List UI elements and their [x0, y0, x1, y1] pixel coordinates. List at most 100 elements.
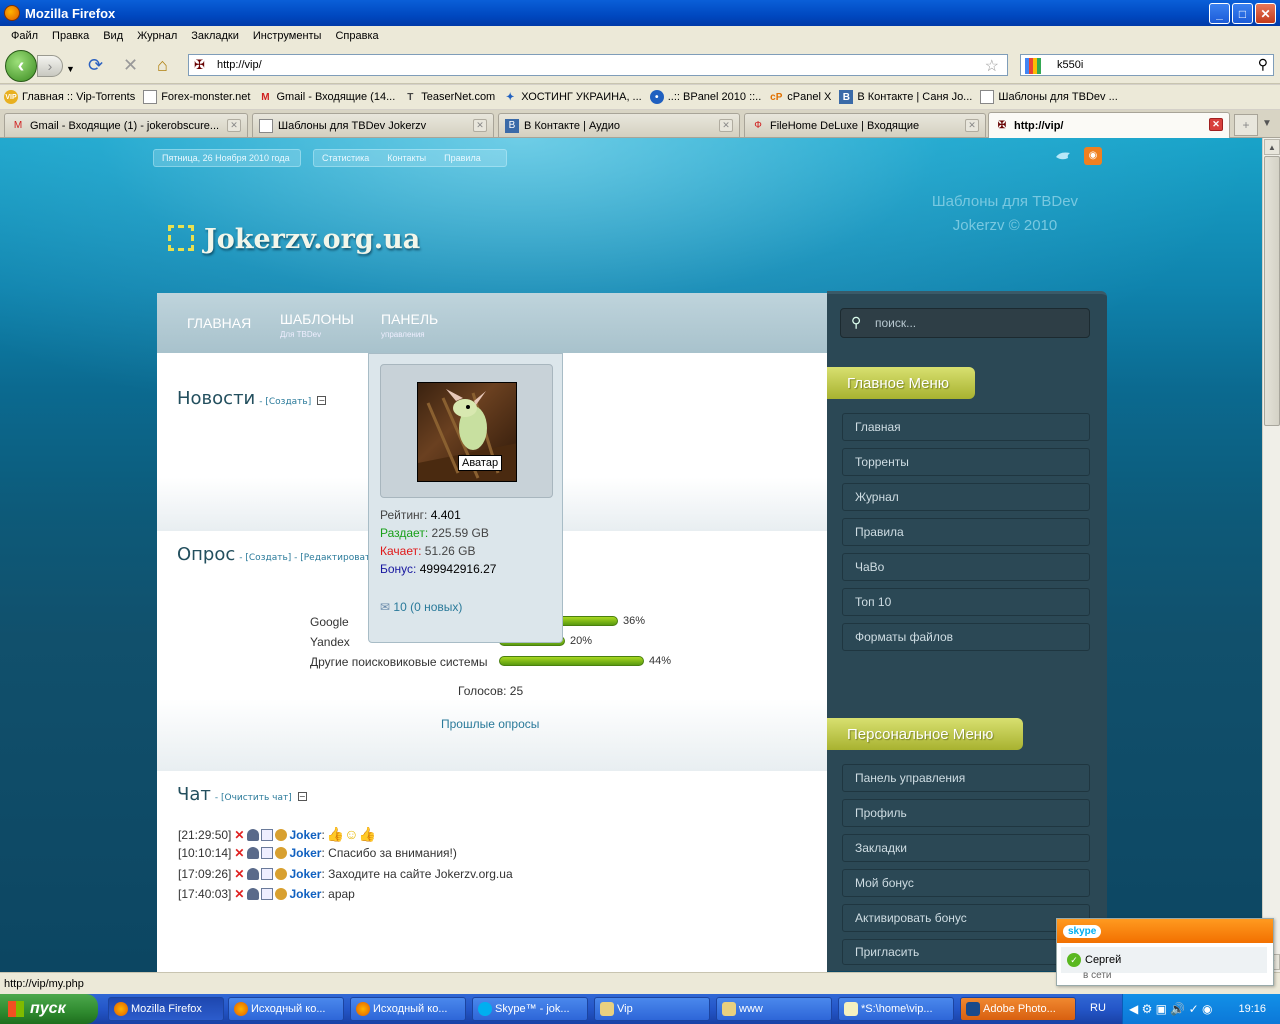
delete-icon[interactable]: ✕: [234, 828, 244, 842]
sidebar-item-rules[interactable]: Правила: [842, 518, 1090, 546]
sidebar-item-torrents[interactable]: Торренты: [842, 448, 1090, 476]
sidebar-item-profile[interactable]: Профиль: [842, 799, 1090, 827]
chat-username[interactable]: Joker: [289, 887, 321, 901]
nav-panel[interactable]: ПАНЕЛЬ управления: [381, 311, 438, 343]
sidebar-item-control-panel[interactable]: Панель управления: [842, 764, 1090, 792]
bookmark-item[interactable]: ✦ ХОСТИНГ УКРАИНА, ...: [503, 90, 642, 104]
link-contacts[interactable]: Контакты: [387, 153, 426, 163]
language-indicator[interactable]: RU: [1090, 1002, 1106, 1014]
friends-icon[interactable]: [275, 868, 288, 880]
news-create-link[interactable]: [Создать]: [265, 397, 311, 407]
tab-gmail[interactable]: M Gmail - Входящие (1) - jokerobscure... ✕: [4, 113, 248, 137]
bookmark-item[interactable]: BВ Контакте | Саня Jo...: [839, 90, 972, 104]
user-icon[interactable]: [247, 828, 260, 841]
task-www-folder[interactable]: www: [716, 997, 832, 1021]
task-photoshop[interactable]: Adobe Photo...: [960, 997, 1076, 1021]
menu-tools[interactable]: Инструменты: [246, 30, 329, 42]
menu-file[interactable]: Файл: [4, 30, 45, 42]
nav-templates[interactable]: ШАБЛОНЫ Для TBDev: [280, 311, 354, 343]
skype-notification[interactable]: skype ✓ Сергей в сети: [1056, 918, 1274, 986]
search-icon[interactable]: ⚲: [1258, 56, 1268, 73]
friends-icon[interactable]: [275, 828, 288, 841]
task-editor[interactable]: *S:\home\vip...: [838, 997, 954, 1021]
sidebar-item-top10[interactable]: Топ 10: [842, 588, 1090, 616]
close-button[interactable]: ✕: [1255, 3, 1276, 24]
sidebar-item-my-bonus[interactable]: Мой бонус: [842, 869, 1090, 897]
bookmark-item[interactable]: T TeaserNet.com: [403, 90, 495, 104]
task-vip-folder[interactable]: Vip: [594, 997, 710, 1021]
scroll-thumb[interactable]: [1264, 156, 1280, 426]
user-icon[interactable]: [247, 888, 260, 900]
bookmark-star-icon[interactable]: ☆: [985, 56, 999, 76]
sidebar-item-invite[interactable]: Пригласить: [842, 939, 1090, 965]
bookmark-item[interactable]: Шаблоны для TBDev ...: [980, 90, 1118, 104]
google-icon[interactable]: [1025, 58, 1041, 74]
bookmark-item[interactable]: Forex-monster.net: [143, 90, 250, 104]
task-source-1[interactable]: Исходный ко...: [228, 997, 344, 1021]
rss-icon[interactable]: ◉: [1084, 147, 1102, 165]
back-button[interactable]: ‹: [5, 50, 37, 82]
menu-bookmarks[interactable]: Закладки: [184, 30, 246, 42]
tray-icons[interactable]: ◀ ⚙ ▣ 🔊 ✓ ◉: [1123, 1002, 1212, 1016]
chat-username[interactable]: Joker: [289, 846, 321, 860]
sidebar-item-faq[interactable]: ЧаВо: [842, 553, 1090, 581]
minimize-button[interactable]: _: [1209, 3, 1230, 24]
sidebar-item-log[interactable]: Журнал: [842, 483, 1090, 511]
task-firefox[interactable]: Mozilla Firefox: [108, 997, 224, 1021]
sidebar-item-formats[interactable]: Форматы файлов: [842, 623, 1090, 651]
friends-icon[interactable]: [275, 888, 288, 900]
tab-close-icon[interactable]: ✕: [227, 119, 241, 132]
sidebar-item-home[interactable]: Главная: [842, 413, 1090, 441]
user-icon[interactable]: [247, 868, 260, 880]
messages-link[interactable]: ✉ 10 (0 новых): [380, 600, 462, 614]
poll-action-links[interactable]: - [Создать] - [Редактировать: [239, 553, 375, 563]
start-button[interactable]: пуск: [0, 994, 98, 1024]
bookmark-item[interactable]: •..:: BPanel 2010 ::..: [649, 90, 761, 104]
page-scrollbar[interactable]: ▲ ▼: [1262, 138, 1280, 972]
bookmark-item[interactable]: M Gmail - Входящие (14...: [258, 90, 395, 104]
scroll-up-icon[interactable]: ▲: [1264, 139, 1280, 155]
collapse-icon[interactable]: −: [317, 396, 327, 405]
delete-icon[interactable]: ✕: [234, 846, 244, 860]
friends-icon[interactable]: [275, 847, 288, 859]
task-source-2[interactable]: Исходный ко...: [350, 997, 466, 1021]
home-icon[interactable]: ⌂: [157, 56, 168, 74]
menu-help[interactable]: Справка: [328, 30, 385, 42]
tab-close-icon[interactable]: ✕: [1209, 118, 1223, 131]
chat-username[interactable]: Joker: [289, 867, 321, 881]
mail-icon[interactable]: [261, 828, 274, 841]
collapse-icon[interactable]: −: [297, 792, 307, 801]
tab-filehome[interactable]: Ф FileHome DeLuxe | Входящие ✕: [744, 113, 986, 137]
site-search-input[interactable]: ⚲ поиск...: [840, 308, 1090, 338]
url-input[interactable]: ✠ http://vip/ ☆: [188, 54, 1008, 76]
search-input[interactable]: k550i ⚲: [1020, 54, 1274, 76]
task-skype[interactable]: Skype™ - jok...: [472, 997, 588, 1021]
mail-icon[interactable]: [261, 847, 274, 859]
mail-icon[interactable]: [261, 868, 274, 880]
clear-chat-link[interactable]: [Очистить чат]: [221, 793, 292, 803]
history-dropdown-icon[interactable]: ▼: [66, 60, 75, 78]
forward-button[interactable]: ›: [37, 55, 63, 77]
tab-list-icon[interactable]: ▼: [1262, 118, 1272, 129]
past-polls-link[interactable]: Прошлые опросы: [441, 717, 539, 731]
new-tab-button[interactable]: +: [1234, 114, 1258, 136]
menu-history[interactable]: Журнал: [130, 30, 184, 42]
bookmark-item[interactable]: cP cPanel X: [769, 90, 831, 104]
link-statistics[interactable]: Статистика: [322, 153, 369, 163]
tab-close-icon[interactable]: ✕: [965, 119, 979, 132]
twitter-bird-icon[interactable]: [1054, 147, 1072, 165]
stop-icon[interactable]: ✕: [123, 56, 138, 74]
user-icon[interactable]: [247, 847, 260, 859]
sidebar-item-activate-bonus[interactable]: Активировать бонус: [842, 904, 1090, 932]
delete-icon[interactable]: ✕: [234, 867, 244, 881]
nav-home[interactable]: ГЛАВНАЯ: [187, 315, 251, 331]
mail-icon[interactable]: [261, 888, 274, 900]
tab-vip[interactable]: ✠ http://vip/✕: [988, 112, 1230, 138]
reload-icon[interactable]: ⟳: [88, 56, 103, 74]
bookmark-item[interactable]: VIP Главная :: Vip-Torrents: [4, 90, 135, 104]
tab-templates[interactable]: Шаблоны для TBDev Jokerzv ✕: [252, 113, 494, 137]
site-logo[interactable]: Jokerzv.org.ua: [168, 224, 420, 255]
menu-view[interactable]: Вид: [96, 30, 130, 42]
menu-edit[interactable]: Правка: [45, 30, 96, 42]
tab-close-icon[interactable]: ✕: [719, 119, 733, 132]
